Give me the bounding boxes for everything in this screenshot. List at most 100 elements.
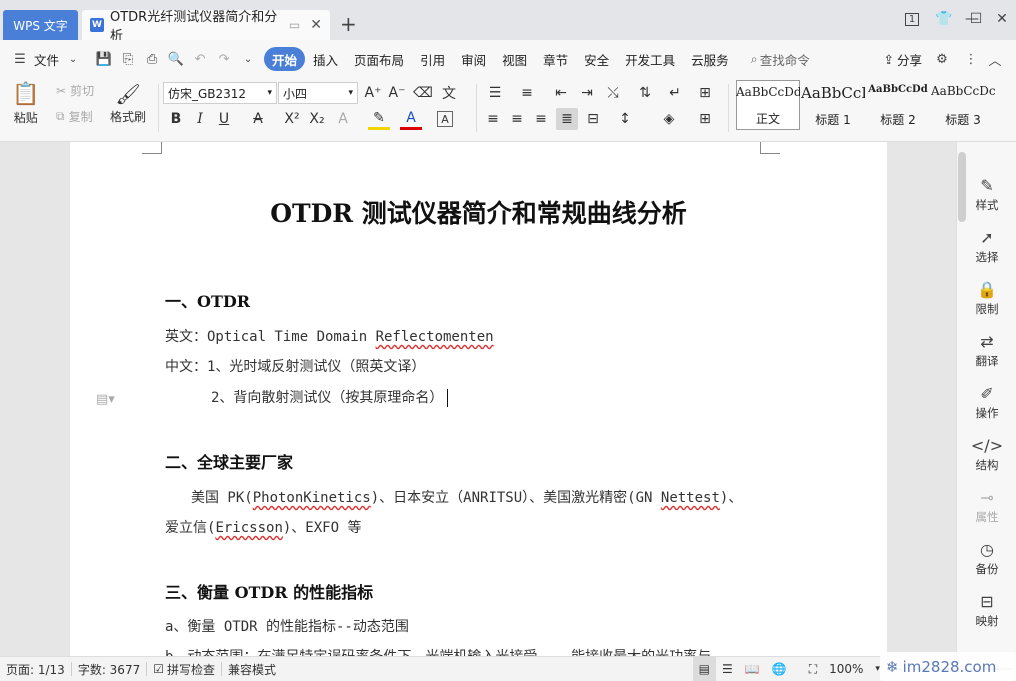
- document-canvas[interactable]: OTDR 测试仪器简介和常规曲线分析 一、OTDR 英文：Optical Tim…: [0, 142, 956, 656]
- settings-gear-icon[interactable]: ⚙: [931, 48, 953, 70]
- tab-view[interactable]: 视图: [494, 47, 535, 71]
- close-window-icon[interactable]: ✕: [990, 8, 1014, 30]
- style-heading-1[interactable]: AaBbCcI 标题 1: [801, 80, 865, 130]
- chevron-down-icon: ▾: [267, 88, 272, 98]
- increase-indent-icon[interactable]: ⇥: [576, 82, 598, 104]
- strikethrough-icon[interactable]: A: [247, 108, 269, 130]
- decrease-font-icon[interactable]: A⁻: [386, 82, 408, 104]
- panel-backup[interactable]: ◷ 备份: [957, 532, 1016, 584]
- align-right-icon[interactable]: ≡: [530, 108, 552, 130]
- page-indicator-icon[interactable]: 1: [900, 8, 924, 30]
- panel-operations[interactable]: ✐ 操作: [957, 376, 1016, 428]
- search-command[interactable]: ⌕ 查找命令: [743, 47, 818, 71]
- align-center-icon[interactable]: ≡: [506, 108, 528, 130]
- paste-button[interactable]: 📋 粘贴: [12, 82, 39, 126]
- bold-icon[interactable]: B: [165, 108, 187, 130]
- collapse-ribbon-icon[interactable]: ︿: [984, 48, 1006, 70]
- maximize-icon[interactable]: ☐: [964, 8, 988, 30]
- more-options-icon[interactable]: ⋮: [960, 48, 982, 70]
- panel-styles[interactable]: ✎ 样式: [957, 168, 1016, 220]
- cut-button[interactable]: ✂ 剪切: [56, 82, 94, 99]
- tab-chapter[interactable]: 章节: [535, 47, 576, 71]
- share-button[interactable]: ⇪ 分享: [876, 47, 931, 71]
- italic-icon[interactable]: I: [189, 108, 211, 130]
- superscript-icon[interactable]: X²: [281, 108, 303, 130]
- font-size-select[interactable]: 小四 ▾: [278, 82, 358, 104]
- misspelled-word: Reflectomenten: [375, 329, 494, 345]
- panel-restrict[interactable]: 🔒 限制: [957, 272, 1016, 324]
- subscript-icon[interactable]: X₂: [306, 108, 328, 130]
- sort-icon[interactable]: ⇅: [634, 82, 656, 104]
- new-tab-button[interactable]: +: [340, 12, 357, 36]
- zoom-level[interactable]: 100%: [823, 657, 869, 681]
- text-effect-icon[interactable]: A: [332, 108, 354, 130]
- justify-icon[interactable]: ≣: [556, 108, 578, 130]
- quick-access-dropdown-icon[interactable]: ⌄: [237, 48, 259, 70]
- tab-review[interactable]: 审阅: [453, 47, 494, 71]
- numbered-list-icon[interactable]: ≡: [516, 82, 538, 104]
- tab-security[interactable]: 安全: [576, 47, 617, 71]
- text-run: )、日本安立（ANRITSU）、美国激光精密(GN: [370, 490, 661, 506]
- tab-references[interactable]: 引用: [412, 47, 453, 71]
- decrease-indent-icon[interactable]: ⇤: [550, 82, 572, 104]
- show-marks-icon[interactable]: ↵: [664, 82, 686, 104]
- export-pdf-icon[interactable]: ⎘: [117, 48, 139, 70]
- document-tab[interactable]: W OTDR光纤测试仪器简介和分析 ▭ ✕: [82, 10, 330, 44]
- close-tab-icon[interactable]: ✕: [310, 17, 322, 33]
- spellcheck-toggle[interactable]: ☑ 拼写检查: [147, 657, 221, 681]
- fit-page-icon[interactable]: ⛶: [803, 657, 823, 681]
- outline-view-icon[interactable]: ☰: [716, 657, 739, 681]
- page-count[interactable]: 页面: 1/13: [0, 657, 71, 681]
- copy-button[interactable]: ⧉ 复制: [56, 108, 93, 125]
- borders-icon[interactable]: ⊞: [694, 108, 716, 130]
- compat-mode[interactable]: 兼容模式: [222, 657, 282, 681]
- panel-mapping[interactable]: ⊟ 映射: [957, 584, 1016, 636]
- print-icon[interactable]: ⎙: [141, 48, 163, 70]
- character-border-icon[interactable]: A: [437, 111, 453, 127]
- style-normal[interactable]: AaBbCcDd 正文: [736, 80, 800, 130]
- increase-font-icon[interactable]: A⁺: [362, 82, 384, 104]
- style-heading-2[interactable]: AaBbCcDd 标题 2: [866, 80, 930, 130]
- tab-page-layout[interactable]: 页面布局: [346, 47, 412, 71]
- font-name-select[interactable]: 仿宋_GB2312 ▾: [163, 82, 277, 104]
- phonetic-guide-icon[interactable]: 文: [438, 82, 460, 104]
- print-preview-icon[interactable]: 🔍: [165, 48, 187, 70]
- tab-cloud-services[interactable]: 云服务: [683, 47, 737, 71]
- font-color-icon[interactable]: A: [400, 108, 422, 130]
- document-page[interactable]: OTDR 测试仪器简介和常规曲线分析 一、OTDR 英文：Optical Tim…: [70, 142, 887, 656]
- paragraph-handle-icon[interactable]: ▤▾: [96, 392, 115, 407]
- distributed-align-icon[interactable]: ⊟: [582, 108, 604, 130]
- align-left-icon[interactable]: ≡: [482, 108, 504, 130]
- web-view-icon[interactable]: 🌐: [766, 657, 793, 681]
- word-count[interactable]: 字数: 3677: [72, 657, 146, 681]
- redo-icon[interactable]: ↷: [213, 48, 235, 70]
- tab-developer[interactable]: 开发工具: [617, 47, 683, 71]
- hamburger-menu-icon[interactable]: ☰: [9, 48, 31, 70]
- panel-structure[interactable]: </> 结构: [957, 428, 1016, 480]
- style-heading-3[interactable]: AaBbCcDc 标题 3: [931, 80, 995, 130]
- save-icon[interactable]: 💾: [93, 48, 115, 70]
- chevron-down-icon[interactable]: ⌄: [62, 48, 84, 70]
- shading-icon[interactable]: ◈: [658, 108, 680, 130]
- panel-translate[interactable]: ⇄ 翻译: [957, 324, 1016, 376]
- clear-format-icon[interactable]: ⌫: [412, 82, 434, 104]
- monitor-icon[interactable]: ▭: [289, 18, 300, 32]
- file-menu[interactable]: 文件: [32, 47, 61, 71]
- tab-ruler-icon[interactable]: ⊞: [694, 82, 716, 104]
- underline-icon[interactable]: U: [213, 108, 235, 130]
- page-view-icon[interactable]: ▤: [692, 656, 717, 681]
- tab-insert[interactable]: 插入: [305, 47, 346, 71]
- chinese-layout-icon[interactable]: ⤯: [602, 82, 624, 104]
- highlight-icon[interactable]: ✎: [368, 108, 390, 130]
- skin-icon[interactable]: 👕: [932, 8, 956, 30]
- panel-properties[interactable]: ⊸ 属性: [957, 480, 1016, 532]
- reading-view-icon[interactable]: 📖: [739, 657, 766, 681]
- undo-icon[interactable]: ↶: [189, 48, 211, 70]
- line-spacing-icon[interactable]: ↕: [614, 108, 636, 130]
- panel-select[interactable]: ➚ 选择: [957, 220, 1016, 272]
- bullet-list-icon[interactable]: ☰: [484, 82, 506, 104]
- format-painter-label: 格式刷: [110, 110, 147, 124]
- app-tab[interactable]: WPS 文字: [3, 10, 78, 40]
- tab-home[interactable]: 开始: [264, 47, 306, 71]
- format-painter-button[interactable]: 🖌 格式刷: [110, 82, 146, 125]
